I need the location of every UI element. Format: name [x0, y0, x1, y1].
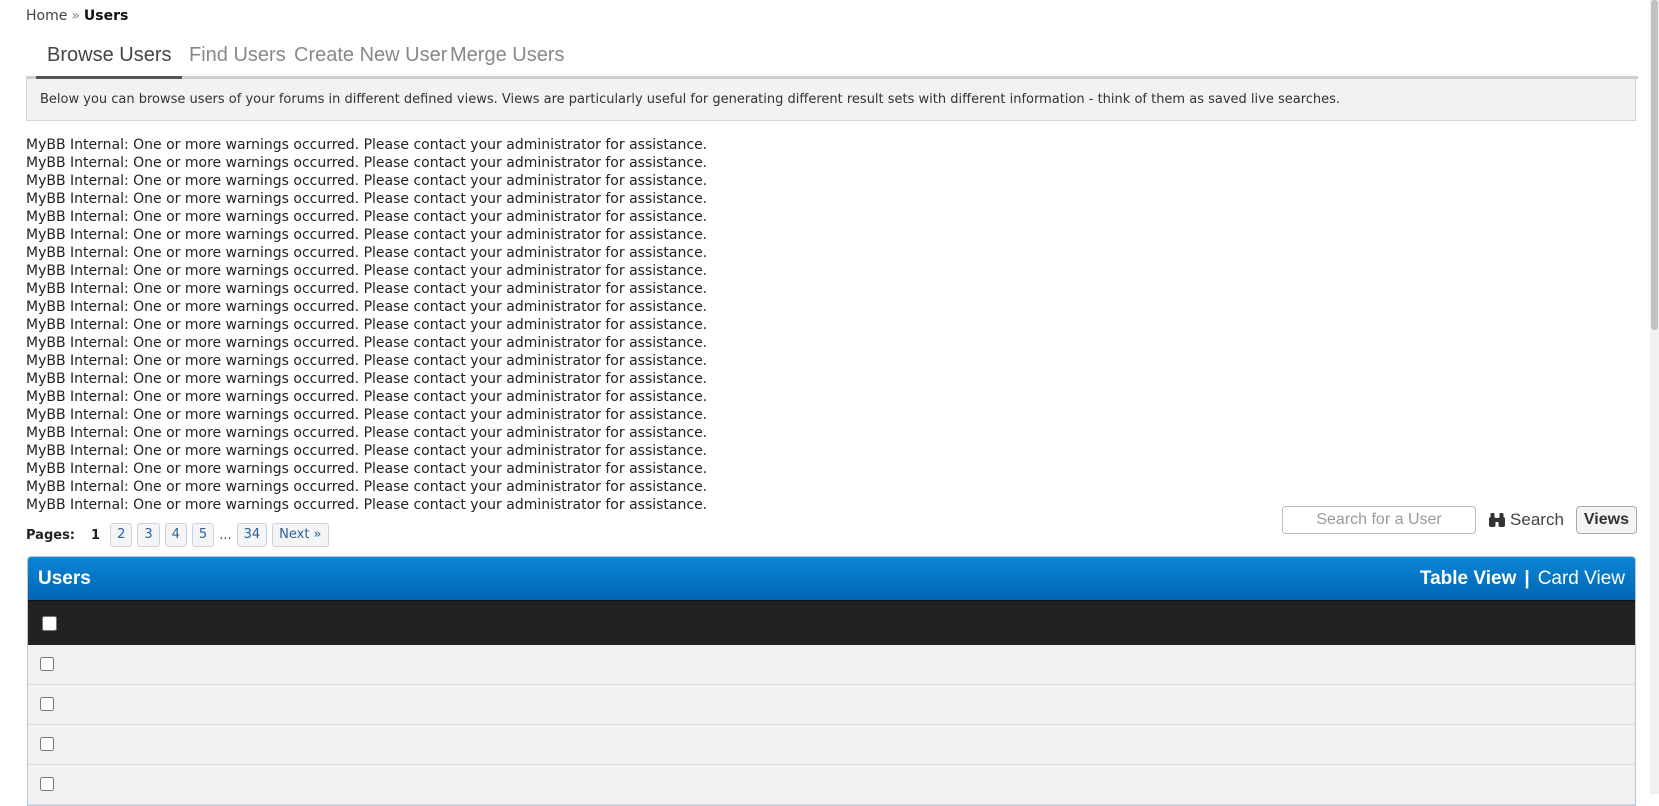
row-select-checkbox[interactable] [40, 697, 54, 711]
panel-title: Users [38, 567, 91, 589]
warning-line: MyBB Internal: One or more warnings occu… [26, 479, 708, 495]
warning-line: MyBB Internal: One or more warnings occu… [26, 191, 708, 207]
tab-merge-users[interactable]: Merge Users [439, 40, 575, 76]
row-select-checkbox[interactable] [40, 777, 54, 791]
tab-browse-users[interactable]: Browse Users [36, 40, 183, 79]
select-all-checkbox[interactable] [42, 616, 57, 631]
table-view-link[interactable]: Table View [1420, 568, 1516, 590]
view-switcher: Table View | Card View [1420, 568, 1625, 590]
pagination: Pages: 1 2 3 4 5 ... 34 Next » [26, 523, 329, 547]
current-page: 1 [91, 527, 101, 543]
row-select-checkbox[interactable] [40, 657, 54, 671]
warning-line: MyBB Internal: One or more warnings occu… [26, 461, 708, 477]
warning-line: MyBB Internal: One or more warnings occu… [26, 443, 708, 459]
table-row [28, 725, 1635, 765]
warning-line: MyBB Internal: One or more warnings occu… [26, 155, 708, 171]
warning-line: MyBB Internal: One or more warnings occu… [26, 245, 708, 261]
warning-line: MyBB Internal: One or more warnings occu… [26, 263, 708, 279]
warning-line: MyBB Internal: One or more warnings occu… [26, 227, 708, 243]
breadcrumb-separator: » [71, 8, 80, 24]
tab-create-new-user[interactable]: Create New User [283, 40, 458, 76]
breadcrumb-current: Users [83, 8, 129, 24]
warning-line: MyBB Internal: One or more warnings occu… [26, 371, 708, 387]
page-link[interactable]: 3 [137, 523, 160, 547]
warning-line: MyBB Internal: One or more warnings occu… [26, 335, 708, 351]
search-button[interactable]: Search [1488, 510, 1564, 530]
warning-line: MyBB Internal: One or more warnings occu… [26, 497, 708, 513]
last-page-link[interactable]: 34 [236, 523, 268, 547]
warning-line: MyBB Internal: One or more warnings occu… [26, 281, 708, 297]
next-page-link[interactable]: Next » [272, 523, 329, 547]
warning-line: MyBB Internal: One or more warnings occu… [26, 353, 708, 369]
info-description: Below you can browse users of your forum… [26, 79, 1636, 121]
warning-line: MyBB Internal: One or more warnings occu… [26, 299, 708, 315]
binoculars-icon [1489, 513, 1506, 527]
row-select-checkbox[interactable] [40, 737, 54, 751]
table-row [28, 685, 1635, 725]
views-button[interactable]: Views [1575, 506, 1637, 534]
page-scrollbar[interactable] [1650, 0, 1659, 794]
user-search-bar: Search Views [1282, 505, 1637, 535]
warning-line: MyBB Internal: One or more warnings occu… [26, 137, 708, 153]
warning-line: MyBB Internal: One or more warnings occu… [26, 407, 708, 423]
warning-line: MyBB Internal: One or more warnings occu… [26, 389, 708, 405]
table-header-row [28, 600, 1635, 645]
search-button-label: Search [1510, 510, 1564, 529]
table-row [28, 765, 1635, 805]
pagination-ellipsis: ... [219, 527, 232, 543]
view-separator: | [1524, 567, 1530, 589]
warning-line: MyBB Internal: One or more warnings occu… [26, 209, 708, 225]
users-panel-header: Users Table View | Card View [28, 557, 1635, 600]
table-row [28, 645, 1635, 685]
warning-line: MyBB Internal: One or more warnings occu… [26, 425, 708, 441]
pages-label: Pages: [26, 527, 76, 543]
page-link[interactable]: 2 [110, 523, 133, 547]
page-link[interactable]: 5 [191, 523, 215, 547]
scrollbar-thumb[interactable] [1651, 0, 1658, 330]
page-link[interactable]: 4 [164, 523, 187, 547]
users-panel: Users Table View | Card View [27, 556, 1636, 806]
warning-line: MyBB Internal: One or more warnings occu… [26, 173, 708, 189]
warning-line: MyBB Internal: One or more warnings occu… [26, 317, 708, 333]
tab-bar: Browse Users Find Users Create New User … [26, 40, 1638, 79]
breadcrumb-home-link[interactable]: Home [26, 8, 67, 24]
user-table-body [28, 645, 1635, 805]
search-user-input[interactable] [1282, 506, 1477, 534]
warning-list: MyBB Internal: One or more warnings occu… [26, 136, 707, 514]
card-view-link[interactable]: Card View [1538, 568, 1625, 590]
breadcrumb: Home» Users [26, 8, 128, 24]
tab-find-users[interactable]: Find Users [178, 40, 297, 76]
